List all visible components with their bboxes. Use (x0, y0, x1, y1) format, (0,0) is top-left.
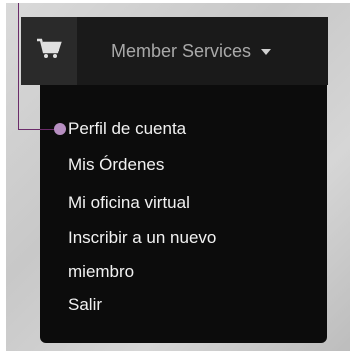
cart-button[interactable] (21, 17, 77, 85)
menu-item-ordenes[interactable]: Mis Órdenes (68, 150, 164, 180)
shopping-cart-icon (36, 38, 62, 65)
top-nav-bar: Member Services (21, 17, 328, 85)
menu-item-inscribir[interactable]: Inscribir a un nuevo miembro (68, 221, 268, 289)
screenshot-frame: Member Services Perfil de cuenta Mis Órd… (6, 3, 350, 351)
callout-line (18, 129, 58, 130)
caret-down-icon (261, 49, 272, 55)
member-services-dropdown: Perfil de cuenta Mis Órdenes Mi oficina … (40, 85, 327, 343)
member-services-label: Member Services (111, 40, 252, 61)
member-services-button[interactable]: Member Services (111, 17, 321, 85)
callout-line (18, 3, 19, 130)
callout-dot (54, 123, 66, 135)
menu-item-perfil[interactable]: Perfil de cuenta (68, 114, 186, 144)
menu-item-salir[interactable]: Salir (68, 290, 102, 320)
menu-item-oficina[interactable]: Mi oficina virtual (68, 188, 190, 218)
